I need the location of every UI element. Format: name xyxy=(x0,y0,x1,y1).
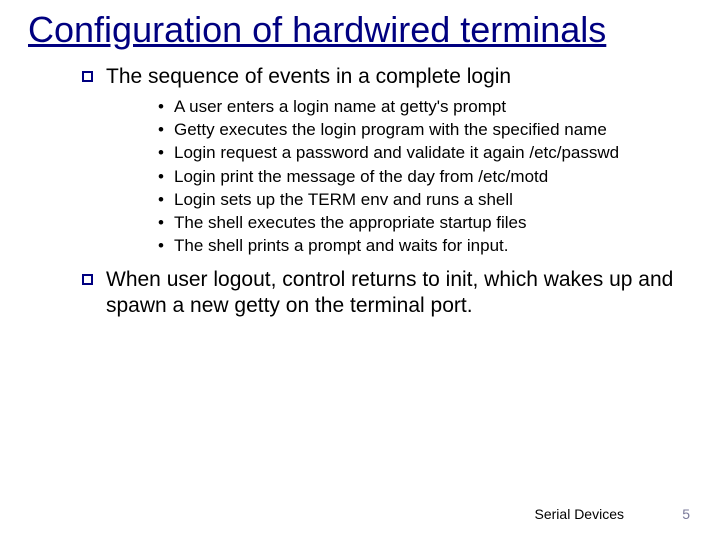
dot-icon: • xyxy=(158,142,164,163)
sub-bullet-text: The shell prints a prompt and waits for … xyxy=(174,236,509,255)
sub-bullet: • Login print the message of the day from… xyxy=(158,166,692,187)
sub-bullet: • A user enters a login name at getty's p… xyxy=(158,96,692,117)
bullet-logout-text: When user logout, control returns to ini… xyxy=(106,268,673,317)
slide-title: Configuration of hardwired terminals xyxy=(28,10,692,50)
sub-bullet-text: Login print the message of the day from … xyxy=(174,167,548,186)
sub-bullet: • The shell prints a prompt and waits for… xyxy=(158,235,692,256)
sub-bullet-text: Login request a password and validate it… xyxy=(174,143,619,162)
square-bullet-icon xyxy=(82,71,93,82)
sub-bullet-text: Login sets up the TERM env and runs a sh… xyxy=(174,190,513,209)
dot-icon: • xyxy=(158,212,164,233)
sub-bullet-text: The shell executes the appropriate start… xyxy=(174,213,526,232)
slide-body: The sequence of events in a complete log… xyxy=(82,64,692,320)
page-number: 5 xyxy=(682,506,690,522)
footer-label: Serial Devices xyxy=(535,506,624,522)
square-bullet-icon xyxy=(82,274,93,285)
sub-bullet: • The shell executes the appropriate star… xyxy=(158,212,692,233)
sub-bullet-text: Getty executes the login program with th… xyxy=(174,120,607,139)
sub-bullet: • Login request a password and validate i… xyxy=(158,142,692,163)
bullet-logout: When user logout, control returns to ini… xyxy=(82,267,692,320)
dot-icon: • xyxy=(158,189,164,210)
sub-bullet: • Login sets up the TERM env and runs a s… xyxy=(158,189,692,210)
dot-icon: • xyxy=(158,166,164,187)
slide: Configuration of hardwired terminals The… xyxy=(0,0,720,540)
bullet-sequence: The sequence of events in a complete log… xyxy=(82,64,692,90)
dot-icon: • xyxy=(158,119,164,140)
sub-bullet-text: A user enters a login name at getty's pr… xyxy=(174,97,506,116)
dot-icon: • xyxy=(158,235,164,256)
sub-bullet: • Getty executes the login program with t… xyxy=(158,119,692,140)
sub-bullet-list: • A user enters a login name at getty's p… xyxy=(118,96,692,257)
bullet-sequence-text: The sequence of events in a complete log… xyxy=(106,65,511,88)
dot-icon: • xyxy=(158,96,164,117)
